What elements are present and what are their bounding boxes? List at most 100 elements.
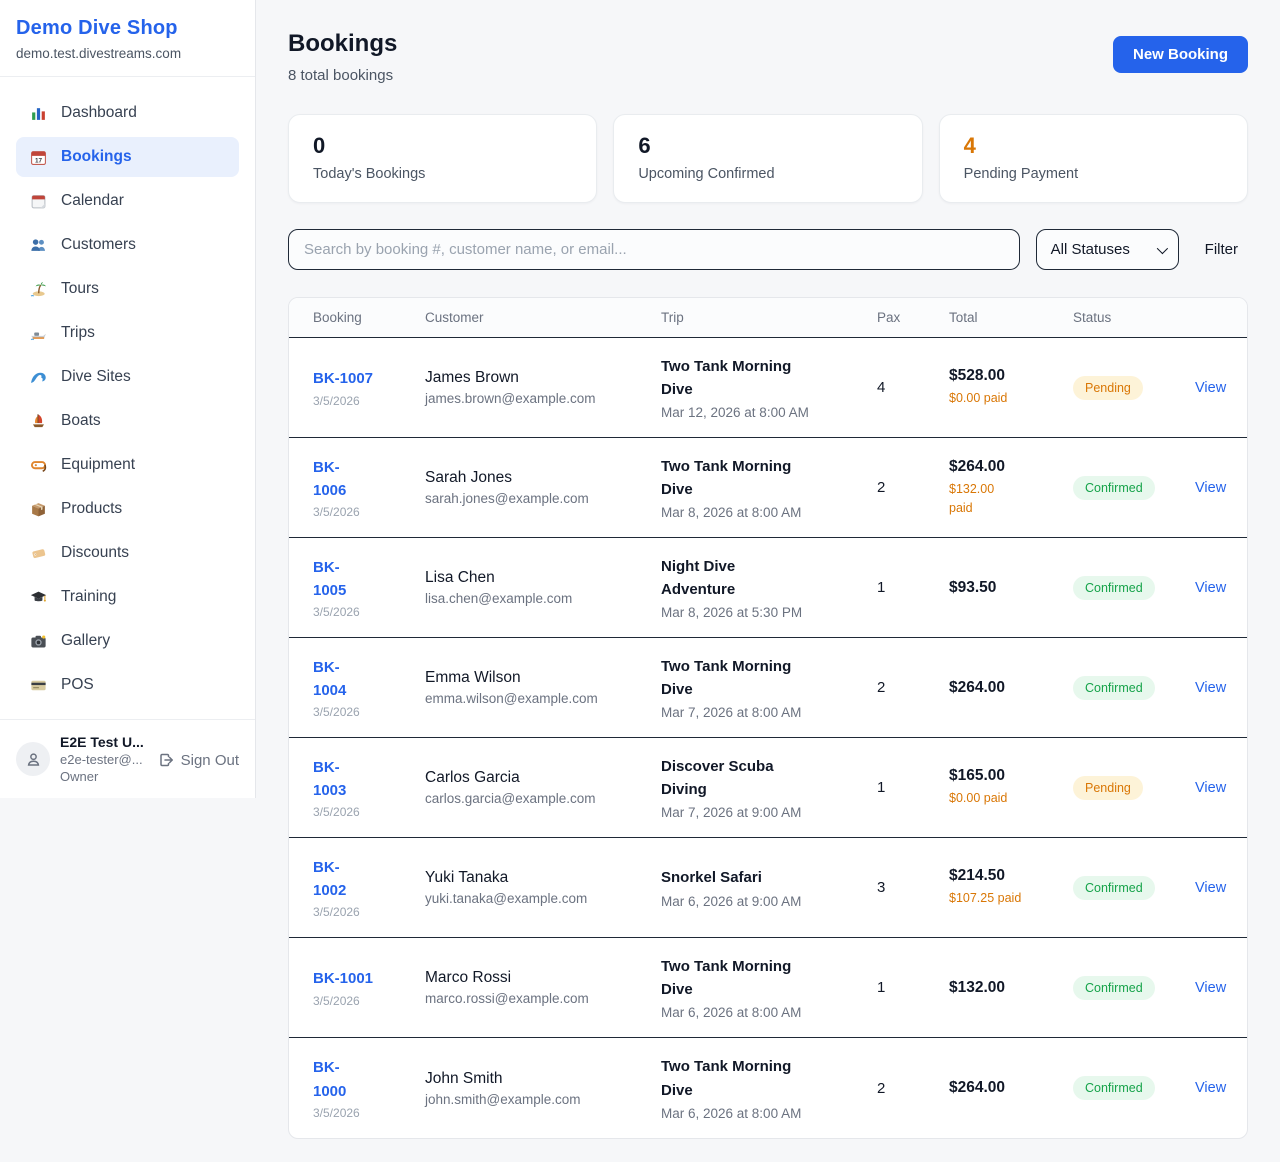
stat-value: 0 bbox=[313, 133, 572, 159]
customer-name: Lisa Chen bbox=[425, 569, 649, 587]
table-row: BK-10063/5/2026 Sarah Jonessarah.jones@e… bbox=[289, 438, 1247, 538]
bar-chart-icon bbox=[28, 103, 48, 123]
paid-amount: $107.25 paid bbox=[949, 889, 1061, 908]
booking-date: 3/5/2026 bbox=[313, 994, 413, 1008]
stat-value: 6 bbox=[638, 133, 897, 159]
view-link[interactable]: View bbox=[1195, 380, 1226, 396]
view-link[interactable]: View bbox=[1195, 980, 1226, 996]
view-link[interactable]: View bbox=[1195, 680, 1226, 696]
table-row: BK-10073/5/2026 James Brownjames.brown@e… bbox=[289, 338, 1247, 438]
table-row: BK-10053/5/2026 Lisa Chenlisa.chen@examp… bbox=[289, 538, 1247, 638]
view-link[interactable]: View bbox=[1195, 780, 1226, 796]
pax-count: 1 bbox=[877, 579, 949, 596]
booking-id-link[interactable]: BK-1003 bbox=[313, 756, 363, 803]
new-booking-button[interactable]: New Booking bbox=[1113, 36, 1248, 73]
sidebar-item-equipment[interactable]: Equipment bbox=[16, 445, 239, 485]
sidebar-item-customers[interactable]: Customers bbox=[16, 225, 239, 265]
chevron-down-icon bbox=[1156, 242, 1167, 253]
booking-date: 3/5/2026 bbox=[313, 905, 413, 919]
booking-id-link[interactable]: BK-1007 bbox=[313, 367, 373, 390]
sidebar-item-boats[interactable]: Boats bbox=[16, 401, 239, 441]
sailboat-icon bbox=[28, 411, 48, 431]
view-link[interactable]: View bbox=[1195, 580, 1226, 596]
table-row: BK-10023/5/2026 Yuki Tanakayuki.tanaka@e… bbox=[289, 838, 1247, 938]
stat-label: Pending Payment bbox=[964, 166, 1223, 182]
view-link[interactable]: View bbox=[1195, 880, 1226, 896]
booking-id-link[interactable]: BK-1000 bbox=[313, 1056, 363, 1103]
sidebar-item-trips[interactable]: Trips bbox=[16, 313, 239, 353]
booking-date: 3/5/2026 bbox=[313, 394, 413, 408]
sidebar-item-label: Bookings bbox=[61, 148, 132, 166]
sidebar-item-pos[interactable]: POS bbox=[16, 665, 239, 705]
customer-email: carlos.garcia@example.com bbox=[425, 791, 649, 806]
booking-id-link[interactable]: BK-1006 bbox=[313, 456, 363, 503]
paid-amount: $132.00 paid bbox=[949, 480, 1007, 518]
user-role: Owner bbox=[60, 769, 148, 784]
sidebar-item-label: Training bbox=[61, 588, 116, 606]
total-amount: $528.00 bbox=[949, 367, 1061, 385]
main-content: Bookings 8 total bookings New Booking 0 … bbox=[256, 0, 1280, 1162]
pax-count: 1 bbox=[877, 979, 949, 996]
trip-datetime: Mar 8, 2026 at 5:30 PM bbox=[661, 605, 865, 620]
user-name: E2E Test U... bbox=[60, 734, 148, 750]
total-bookings-count: 8 total bookings bbox=[288, 67, 397, 84]
total-amount: $264.00 bbox=[949, 679, 1061, 697]
trip-datetime: Mar 7, 2026 at 8:00 AM bbox=[661, 705, 865, 720]
trip-name: Two Tank Morning Dive bbox=[661, 655, 811, 702]
stat-card-pending-payment: 4 Pending Payment bbox=[939, 114, 1248, 203]
customer-name: Sarah Jones bbox=[425, 469, 649, 487]
status-badge: Confirmed bbox=[1073, 876, 1155, 900]
sidebar-item-calendar[interactable]: Calendar bbox=[16, 181, 239, 221]
sidebar-item-label: Equipment bbox=[61, 456, 135, 474]
customer-email: lisa.chen@example.com bbox=[425, 591, 649, 606]
sidebar-item-gallery[interactable]: Gallery bbox=[16, 621, 239, 661]
svg-text:17: 17 bbox=[34, 157, 42, 164]
booking-date: 3/5/2026 bbox=[313, 1106, 413, 1120]
user-info: E2E Test U... e2e-tester@... Owner bbox=[60, 734, 148, 784]
sidebar: Demo Dive Shop demo.test.divestreams.com… bbox=[0, 0, 256, 798]
status-filter-select[interactable]: All Statuses bbox=[1036, 229, 1179, 270]
sidebar-item-dive-sites[interactable]: Dive Sites bbox=[16, 357, 239, 397]
search-input[interactable] bbox=[288, 229, 1020, 270]
booking-id-link[interactable]: BK-1001 bbox=[313, 967, 373, 990]
table-row: BK-10043/5/2026 Emma Wilsonemma.wilson@e… bbox=[289, 638, 1247, 738]
tag-icon bbox=[28, 543, 48, 563]
booking-id-link[interactable]: BK-1004 bbox=[313, 656, 363, 703]
table-row: BK-10013/5/2026 Marco Rossimarco.rossi@e… bbox=[289, 938, 1247, 1038]
view-link[interactable]: View bbox=[1195, 1080, 1226, 1096]
pax-count: 1 bbox=[877, 779, 949, 796]
total-amount: $214.50 bbox=[949, 867, 1061, 885]
customer-email: sarah.jones@example.com bbox=[425, 491, 649, 506]
stat-label: Today's Bookings bbox=[313, 166, 572, 182]
trip-name: Two Tank Morning Dive bbox=[661, 355, 811, 402]
sidebar-item-label: Gallery bbox=[61, 632, 110, 650]
trip-name: Discover Scuba Diving bbox=[661, 755, 811, 802]
sidebar-item-training[interactable]: Training bbox=[16, 577, 239, 617]
sidebar-item-tours[interactable]: Tours bbox=[16, 269, 239, 309]
pax-count: 2 bbox=[877, 479, 949, 496]
filter-button[interactable]: Filter bbox=[1195, 241, 1248, 258]
sidebar-item-bookings[interactable]: 17 Bookings bbox=[16, 137, 239, 177]
page-header: Bookings 8 total bookings New Booking bbox=[288, 30, 1248, 84]
sign-out-button[interactable]: Sign Out bbox=[158, 752, 239, 769]
stats-row: 0 Today's Bookings 6 Upcoming Confirmed … bbox=[288, 114, 1248, 203]
sidebar-item-discounts[interactable]: Discounts bbox=[16, 533, 239, 573]
trip-name: Two Tank Morning Dive bbox=[661, 455, 811, 502]
booking-id-link[interactable]: BK-1005 bbox=[313, 556, 363, 603]
booking-id-link[interactable]: BK-1002 bbox=[313, 856, 363, 903]
sidebar-item-label: Customers bbox=[61, 236, 136, 254]
trip-name: Two Tank Morning Dive bbox=[661, 955, 811, 1002]
sidebar-item-label: Dashboard bbox=[61, 104, 137, 122]
people-icon bbox=[28, 235, 48, 255]
sign-out-icon bbox=[158, 752, 174, 768]
island-icon bbox=[28, 279, 48, 299]
view-link[interactable]: View bbox=[1195, 480, 1226, 496]
person-icon bbox=[25, 751, 42, 768]
sidebar-item-products[interactable]: Products bbox=[16, 489, 239, 529]
paid-amount: $0.00 paid bbox=[949, 389, 1061, 408]
column-header-customer: Customer bbox=[425, 310, 661, 325]
sidebar-item-dashboard[interactable]: Dashboard bbox=[16, 93, 239, 133]
sidebar-item-label: Trips bbox=[61, 324, 95, 342]
shop-name: Demo Dive Shop bbox=[16, 17, 239, 40]
total-amount: $264.00 bbox=[949, 458, 1061, 476]
